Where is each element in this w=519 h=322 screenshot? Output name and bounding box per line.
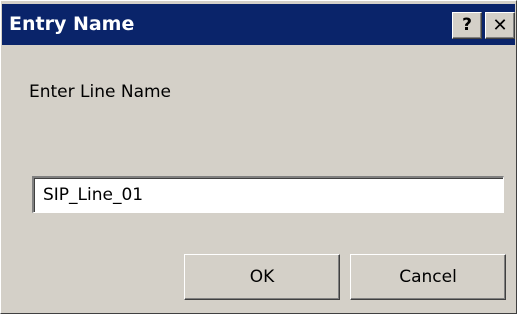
dialog-title: Entry Name	[9, 13, 135, 35]
line-name-input[interactable]	[32, 176, 504, 213]
title-bar[interactable]: Entry Name ? ✕	[2, 4, 515, 45]
ok-button[interactable]: OK	[184, 254, 340, 300]
close-icon[interactable]: ✕	[485, 12, 515, 39]
entry-name-dialog: Entry Name ? ✕ Enter Line Name OK Cancel	[0, 0, 517, 314]
help-icon[interactable]: ?	[452, 12, 482, 39]
cancel-button[interactable]: Cancel	[350, 254, 506, 300]
prompt-label: Enter Line Name	[29, 82, 172, 102]
